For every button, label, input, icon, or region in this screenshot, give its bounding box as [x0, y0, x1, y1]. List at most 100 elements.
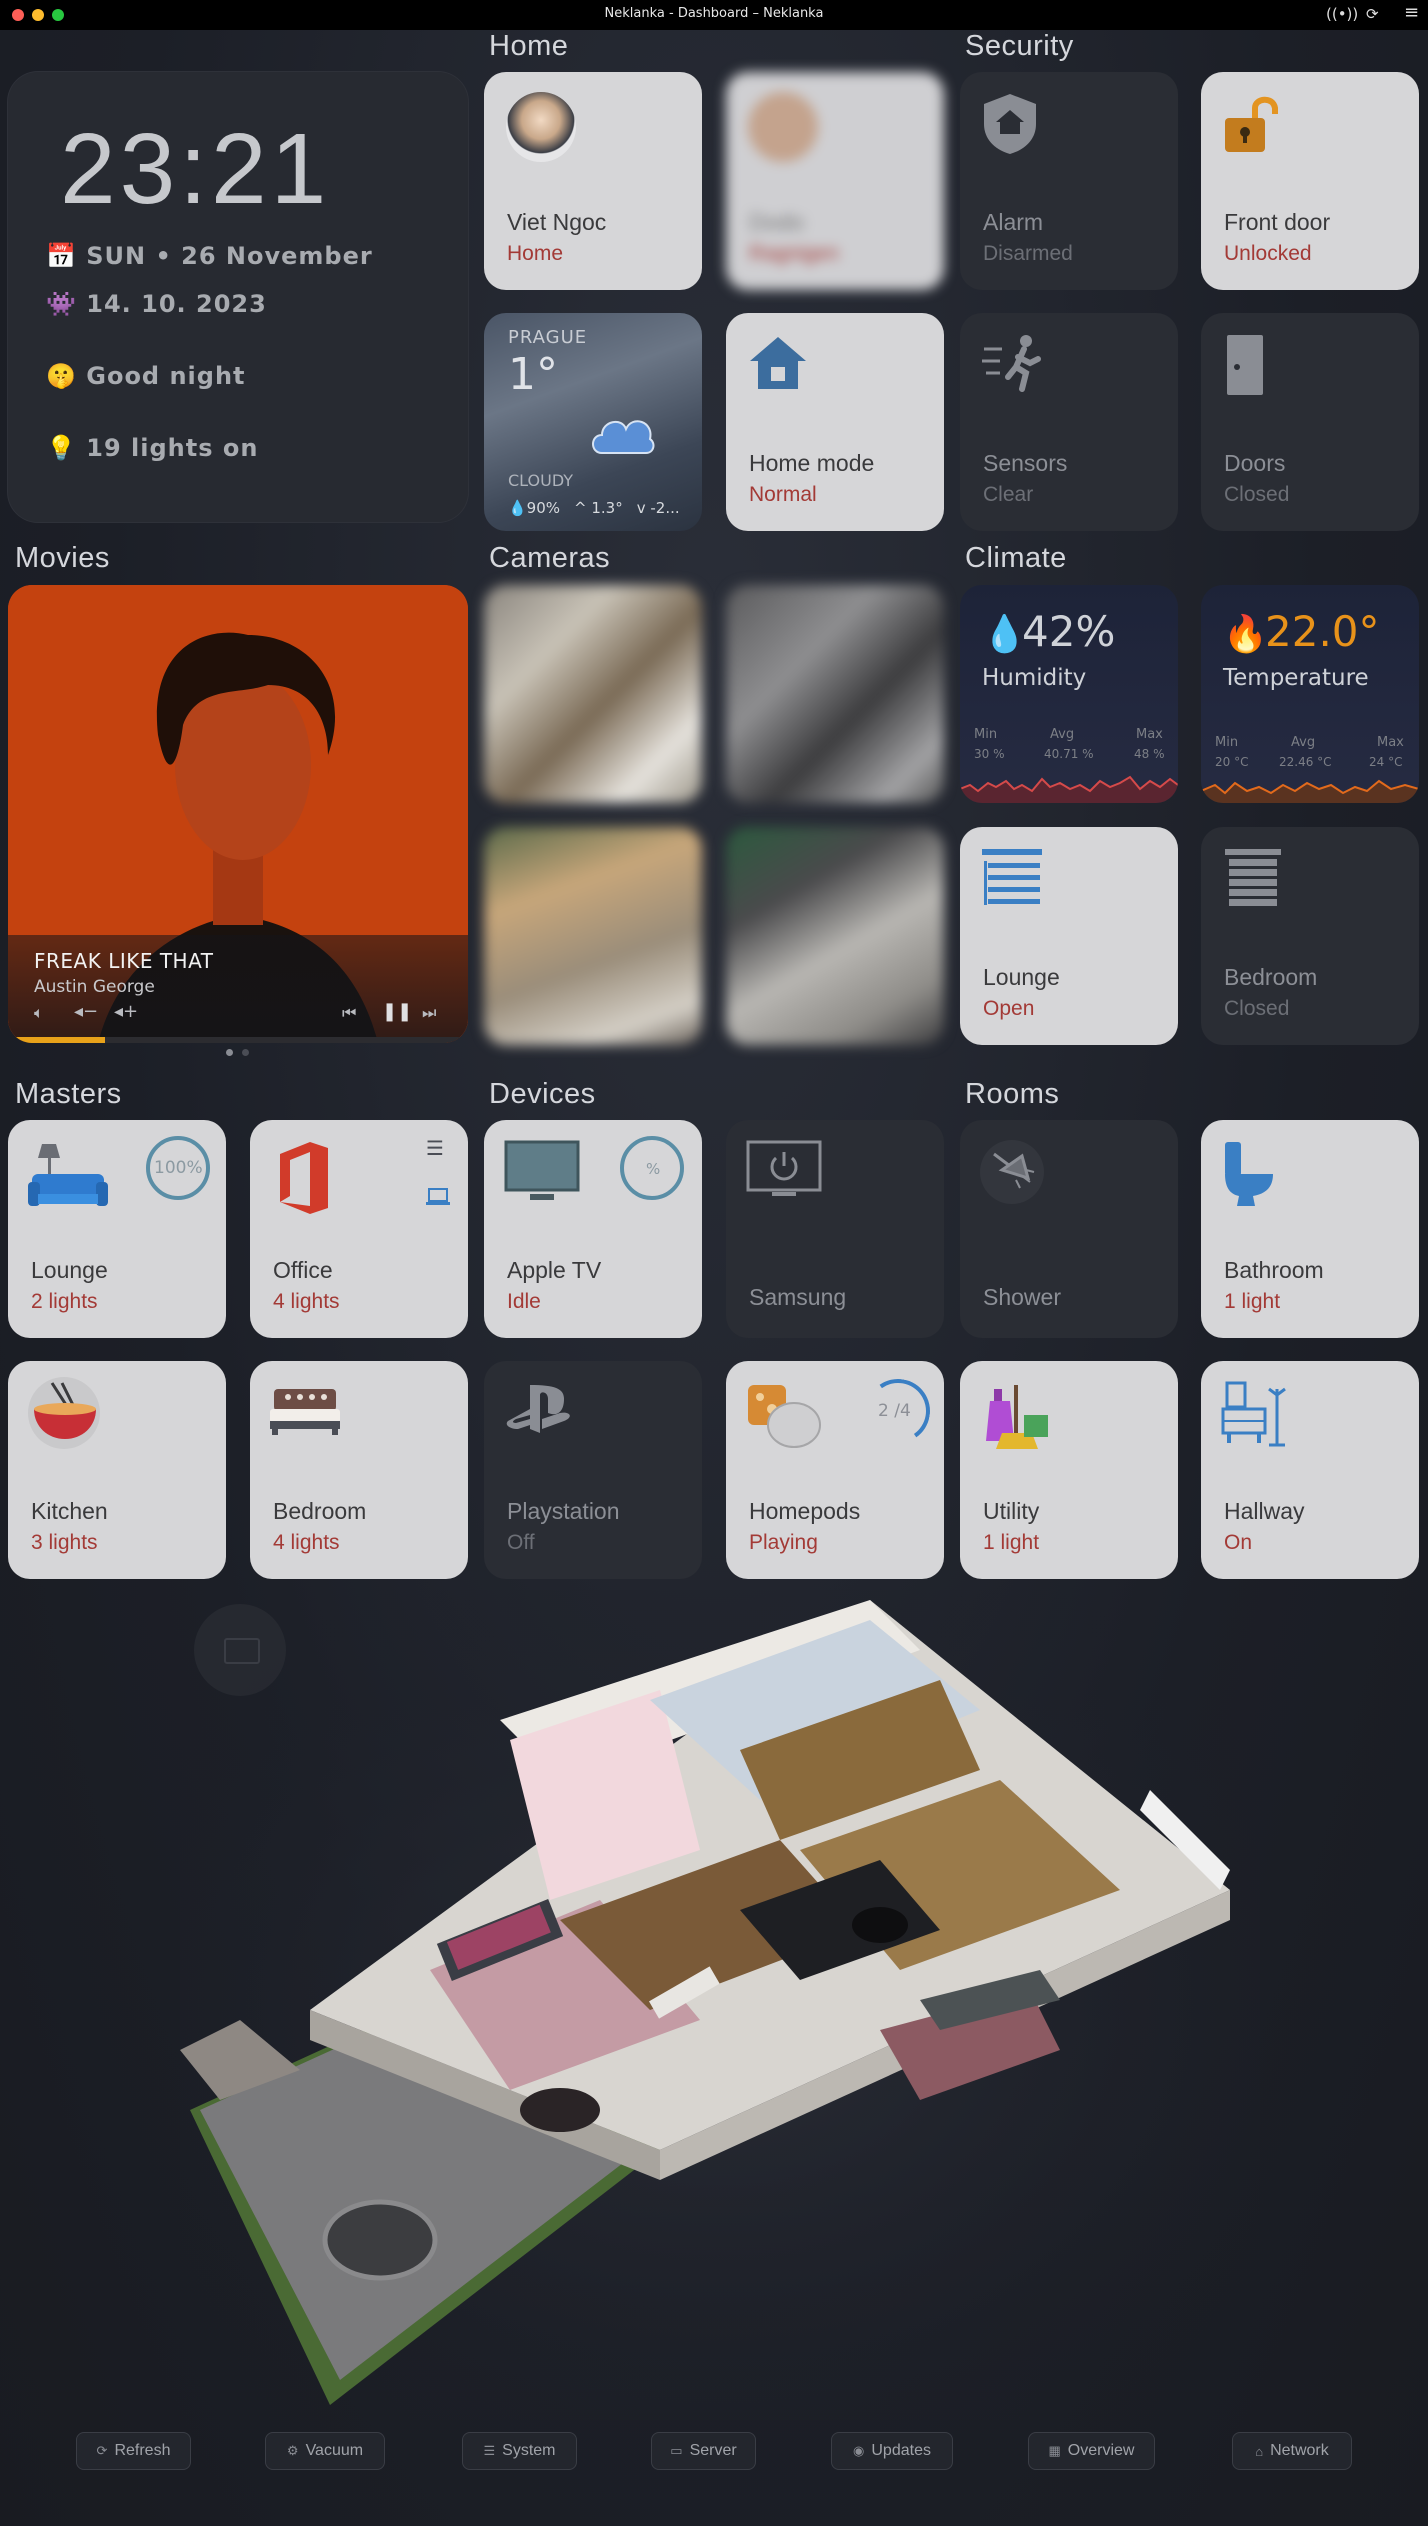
lounge-blinds-card[interactable]: Lounge Open — [960, 827, 1178, 1045]
person-card-viet[interactable]: Viet Ngoc Home — [484, 72, 702, 290]
blinds-open-icon — [982, 849, 1042, 905]
samsung-card[interactable]: Samsung — [726, 1120, 944, 1338]
lounge-blinds-state: Open — [983, 997, 1035, 1020]
section-movies: Movies — [15, 542, 110, 574]
avatar — [506, 92, 576, 162]
temperature-sparkline — [1201, 779, 1419, 803]
brightness-percent: 100% — [154, 1158, 203, 1178]
media-title: FREAK LIKE THAT — [34, 949, 214, 973]
weather-stats: 💧90% ^ 1.3° v -2... — [508, 499, 680, 517]
appletv-card[interactable]: % Apple TV Idle — [484, 1120, 702, 1338]
utility-state: 1 light — [983, 1531, 1040, 1554]
front-door-state: Unlocked — [1224, 242, 1312, 265]
homepods-count: 2 /4 — [878, 1401, 911, 1421]
previous-track-icon[interactable]: ⏮︎ — [342, 1003, 356, 1023]
avatar — [748, 92, 818, 162]
date2-line: 👾 14. 10. 2023 — [46, 290, 267, 318]
floor-plan-3d[interactable] — [180, 1590, 1260, 2420]
network-button[interactable]: ⌂ Network — [1232, 2432, 1352, 2470]
refresh-button[interactable]: ⟳ Refresh — [76, 2432, 191, 2470]
hallway-card[interactable]: Hallway On — [1201, 1361, 1419, 1579]
server-button[interactable]: ▭ Server — [651, 2432, 756, 2470]
volume-mute-icon[interactable]: 🔈︎ — [34, 1003, 44, 1023]
sensors-card[interactable]: Sensors Clear — [960, 313, 1178, 531]
extension-icon[interactable]: ⟳ — [1366, 5, 1379, 23]
home-mode-name: Home mode — [749, 450, 875, 476]
camera-4[interactable] — [726, 827, 944, 1045]
camera-3[interactable] — [484, 827, 702, 1045]
shower-card[interactable]: Shower — [960, 1120, 1178, 1338]
utility-card[interactable]: Utility 1 light — [960, 1361, 1178, 1579]
master-kitchen-card[interactable]: Kitchen 3 lights — [8, 1361, 226, 1579]
greeting-line: 🤫 Good night — [46, 362, 246, 390]
humidity-avg: 40.71 % — [1044, 747, 1094, 761]
updates-button[interactable]: ◉ Updates — [831, 2432, 953, 2470]
overview-button[interactable]: ▦ Overview — [1028, 2432, 1155, 2470]
master-office-card[interactable]: ☰ Office 4 lights — [250, 1120, 468, 1338]
playstation-card[interactable]: Playstation Off — [484, 1361, 702, 1579]
window-titlebar: Neklanka - Dashboard – Neklanka ((•)) ⟳ … — [0, 0, 1428, 30]
temperature-max-label: Max — [1377, 735, 1404, 750]
hallway-furniture-icon — [1221, 1381, 1286, 1447]
bedroom-blinds-card[interactable]: Bedroom Closed — [1201, 827, 1419, 1045]
person-card-blurred[interactable]: Dodo Ragnigen — [726, 72, 944, 290]
media-progress-track[interactable] — [8, 1037, 468, 1043]
volume-down-icon[interactable]: ◂− — [74, 1001, 98, 1022]
pause-icon[interactable]: ❚❚ — [382, 1001, 412, 1022]
front-door-card[interactable]: Front door Unlocked — [1201, 72, 1419, 290]
refresh-icon: ⟳ — [96, 2443, 108, 2458]
weather-card[interactable]: PRAGUE 1° CLOUDY 💧90% ^ 1.3° v -2... — [484, 313, 702, 531]
home-mode-state: Normal — [749, 483, 817, 506]
humidity-max: 48 % — [1134, 747, 1165, 761]
homepods-card[interactable]: 2 /4 Homepods Playing — [726, 1361, 944, 1579]
humidity-card[interactable]: 💧 42% Humidity Min Avg Max 30 % 40.71 % … — [960, 585, 1178, 803]
weather-temp: 1° — [508, 349, 558, 400]
bedroom-blinds-state: Closed — [1224, 997, 1290, 1020]
section-devices: Devices — [489, 1078, 596, 1110]
section-masters: Masters — [15, 1078, 122, 1110]
system-button[interactable]: ☰ System — [462, 2432, 577, 2470]
home-mode-card[interactable]: Home mode Normal — [726, 313, 944, 531]
media-player-card[interactable]: FREAK LIKE THAT Austin George 🔈︎ ◂− ◂+ ⏮… — [8, 585, 468, 1043]
broadcast-icon[interactable]: ((•)) — [1326, 5, 1358, 23]
refresh-label: Refresh — [114, 2442, 171, 2459]
volume-up-icon[interactable]: ◂+ — [114, 1001, 138, 1022]
doors-card[interactable]: Doors Closed — [1201, 313, 1419, 531]
hallway-name: Hallway — [1224, 1498, 1305, 1524]
page-dot-active[interactable] — [226, 1049, 233, 1056]
master-office-name: Office — [273, 1257, 333, 1283]
utility-name: Utility — [983, 1498, 1040, 1524]
camera-2[interactable] — [726, 585, 944, 803]
toilet-icon — [1225, 1142, 1273, 1206]
menu-icon[interactable]: ≡ — [1404, 2, 1419, 23]
alarm-name: Alarm — [983, 209, 1044, 235]
speaker-icon — [748, 1385, 821, 1448]
section-cameras: Cameras — [489, 542, 611, 574]
office-logo-icon — [280, 1142, 328, 1214]
clock-card: 23:21 📅 SUN • 26 November 👾 14. 10. 2023… — [8, 72, 468, 522]
next-track-icon[interactable]: ⏭︎ — [422, 1003, 436, 1023]
temperature-card[interactable]: 🔥 22.0° Temperature Min Avg Max 20 °C 22… — [1201, 585, 1419, 803]
date-text: SUN • 26 November — [86, 242, 373, 270]
doors-name: Doors — [1224, 450, 1286, 476]
alien-icon: 👾 — [46, 290, 77, 318]
lounge-blinds-name: Lounge — [983, 964, 1060, 990]
weather-city: PRAGUE — [508, 327, 588, 348]
master-bedroom-state: 4 lights — [273, 1531, 340, 1554]
bathroom-name: Bathroom — [1224, 1257, 1324, 1283]
vacuum-button[interactable]: ⚙ Vacuum — [265, 2432, 385, 2470]
master-office-state: 4 lights — [273, 1290, 340, 1313]
alarm-card[interactable]: Alarm Disarmed — [960, 72, 1178, 290]
sensors-state: Clear — [983, 483, 1034, 506]
bathroom-card[interactable]: Bathroom 1 light — [1201, 1120, 1419, 1338]
section-home: Home — [489, 30, 569, 62]
alarm-state: Disarmed — [983, 242, 1073, 265]
master-lounge-state: 2 lights — [31, 1290, 98, 1313]
samsung-name: Samsung — [749, 1284, 847, 1310]
page-dot[interactable] — [242, 1049, 249, 1056]
cloud-icon — [592, 420, 655, 454]
camera-1[interactable] — [484, 585, 702, 803]
master-bedroom-card[interactable]: Bedroom 4 lights — [250, 1361, 468, 1579]
master-lounge-card[interactable]: 100% Lounge 2 lights — [8, 1120, 226, 1338]
noodle-bowl-icon — [34, 1382, 96, 1439]
